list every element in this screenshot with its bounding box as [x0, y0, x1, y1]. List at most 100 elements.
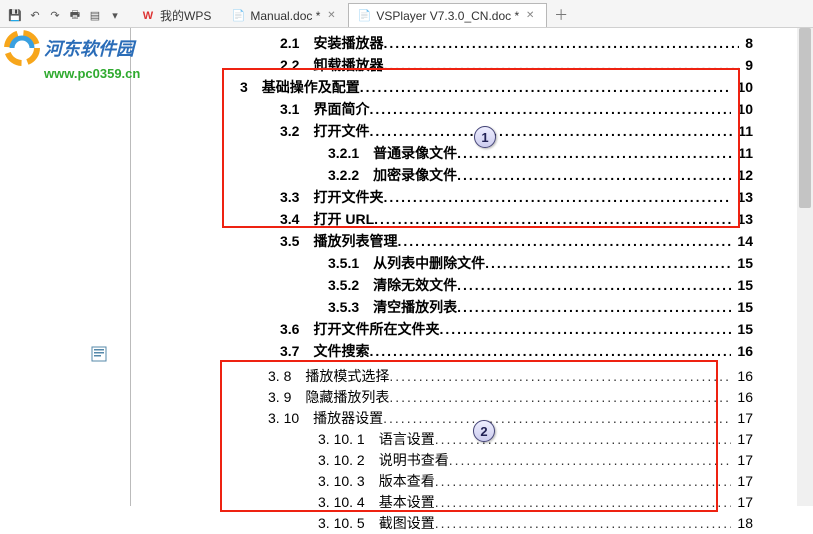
toc-title: 播放模式选择: [305, 366, 389, 387]
toc-leader: ........................................…: [360, 76, 732, 98]
tab-doc-1[interactable]: 📄 Manual.doc * ✕: [222, 3, 348, 27]
watermark: 河东软件园 www.pc0359.cn: [4, 30, 140, 81]
toc-entry: 3. 8播放模式选择..............................…: [240, 366, 753, 387]
toc-page: 13: [737, 208, 753, 230]
new-tab-button[interactable]: ＋: [551, 5, 571, 25]
toc-title: 隐藏播放列表: [305, 387, 389, 408]
toc-page: 17: [737, 450, 753, 471]
toc-leader: ........................................…: [457, 164, 731, 186]
toc-title: 加密录像文件: [373, 164, 457, 186]
toc-page: 15: [737, 252, 753, 274]
toc-entry: 3.2.1 普通录像文件.............................…: [240, 142, 753, 164]
more-icon[interactable]: ▾: [108, 8, 122, 22]
toc-leader: ........................................…: [457, 296, 731, 318]
toc-entry: 3.6打开文件所在文件夹............................…: [240, 318, 753, 340]
toc-leader: ........................................…: [383, 408, 731, 429]
page-edge: [130, 28, 131, 506]
toc-entry: 3 基础操作及配置................................…: [240, 76, 753, 98]
toc-leader: ........................................…: [383, 54, 739, 76]
toc-leader: ........................................…: [389, 387, 731, 408]
toc-title: 从列表中删除文件: [373, 252, 485, 274]
toc-title: 普通录像文件: [373, 142, 457, 164]
toc-leader: ........................................…: [374, 208, 731, 230]
toc-title: 打开文件夹: [313, 186, 383, 208]
toc-title: 安装播放器: [313, 32, 383, 54]
toc-entry: 3.5.3 清空播放列表.............................…: [240, 296, 753, 318]
scrollbar-thumb[interactable]: [799, 28, 811, 208]
toc-title: 打开文件: [313, 120, 369, 142]
toc-number: 3: [240, 76, 248, 98]
toc-entry: 3. 10. 1语言设置............................…: [240, 429, 753, 450]
tab-doc-2[interactable]: 📄 VSPlayer V7.3.0_CN.doc * ✕: [348, 3, 547, 27]
toc-leader: ........................................…: [457, 142, 732, 164]
toc-leader: ........................................…: [369, 340, 731, 362]
toc-title: 播放列表管理: [313, 230, 397, 252]
toc-title: 清除无效文件: [373, 274, 457, 296]
toc-leader: ........................................…: [389, 366, 731, 387]
toc-number: 3.2.2: [328, 164, 359, 186]
toc-number: 2.2: [280, 54, 299, 76]
toc-entry: 3.3 打开文件夹................................…: [240, 186, 753, 208]
doc-icon: 📄: [231, 9, 245, 23]
toc-entry: 3. 10 播放器设置..............................…: [240, 408, 753, 429]
toc-number: 3.2: [280, 120, 299, 142]
toc-title: 基础操作及配置: [262, 76, 360, 98]
tab-label: VSPlayer V7.3.0_CN.doc *: [376, 9, 519, 23]
preview-icon[interactable]: ▤: [88, 8, 102, 22]
toc-number: 3.3: [280, 186, 299, 208]
site-url: www.pc0359.cn: [44, 66, 140, 81]
toc-page: 16: [737, 340, 753, 362]
toc-entry: 3. 10. 3版本查看............................…: [240, 471, 753, 492]
toc-entry: 3.5.2清除无效文件.............................…: [240, 274, 753, 296]
toc-page: 10: [737, 76, 753, 98]
document-page: 2.1安装播放器................................…: [140, 28, 813, 506]
toc-entry: 3. 9隐藏播放列表..............................…: [240, 387, 753, 408]
toc-page: 16: [737, 387, 753, 408]
toc-page: 15: [737, 318, 753, 340]
toc-page: 10: [737, 98, 753, 120]
toc-title: 界面简介: [313, 98, 369, 120]
toc-leader: ........................................…: [457, 274, 731, 296]
toc-entry: 2.2 卸载播放器................................…: [240, 54, 753, 76]
toc-leader: ........................................…: [383, 186, 731, 208]
toc-number: 3.5.1: [328, 252, 359, 274]
toc-page: 14: [737, 230, 753, 252]
toc-title: 卸载播放器: [313, 54, 383, 76]
close-icon[interactable]: ✕: [524, 10, 536, 22]
toc-title: 打开文件所在文件夹: [313, 318, 439, 340]
toc-page: 17: [737, 492, 753, 513]
toc-title: 版本查看: [379, 471, 435, 492]
toc-entry: 3. 10. 5截图设置............................…: [240, 513, 753, 534]
toc-title: 语言设置: [379, 429, 435, 450]
toc-leader: ........................................…: [383, 32, 739, 54]
undo-icon[interactable]: ↶: [28, 8, 42, 22]
toc-number: 3. 10: [268, 408, 299, 429]
toc-number: 3.1: [280, 98, 299, 120]
toc-number: 3.2.1: [328, 142, 359, 164]
toc-number: 3.5.3: [328, 296, 359, 318]
toc-entry: 2.1安装播放器................................…: [240, 32, 753, 54]
save-icon[interactable]: 💾: [8, 8, 22, 22]
toc-title: 说明书查看: [379, 450, 449, 471]
toc-page: 11: [738, 142, 753, 164]
toc-entry: 3.2.2 加密录像文件.............................…: [240, 164, 753, 186]
toc-title: 播放器设置: [313, 408, 383, 429]
toc-entry: 3.5.1从列表中删除文件...........................…: [240, 252, 753, 274]
toc-page: 11: [738, 120, 753, 142]
print-icon[interactable]: 🖶: [68, 8, 82, 22]
wps-logo-icon: W: [141, 9, 155, 23]
toc-number: 3.6: [280, 318, 299, 340]
toc-leader: ........................................…: [369, 120, 732, 142]
badge-1: 1: [474, 126, 496, 148]
quick-access: 💾 ↶ ↷ 🖶 ▤ ▾: [8, 8, 122, 27]
navpane-toggle-icon[interactable]: [90, 345, 108, 363]
vertical-scrollbar[interactable]: [797, 28, 813, 506]
toc-title: 截图设置: [379, 513, 435, 534]
redo-icon[interactable]: ↷: [48, 8, 62, 22]
toc-title: 清空播放列表: [373, 296, 457, 318]
close-icon[interactable]: ✕: [325, 10, 337, 22]
tab-home[interactable]: W 我的WPS: [132, 3, 222, 27]
toc-entry: 3.7文件搜索.................................…: [240, 340, 753, 362]
toc-leader: ........................................…: [435, 471, 732, 492]
toc-section-1: 2.1安装播放器................................…: [140, 28, 813, 362]
